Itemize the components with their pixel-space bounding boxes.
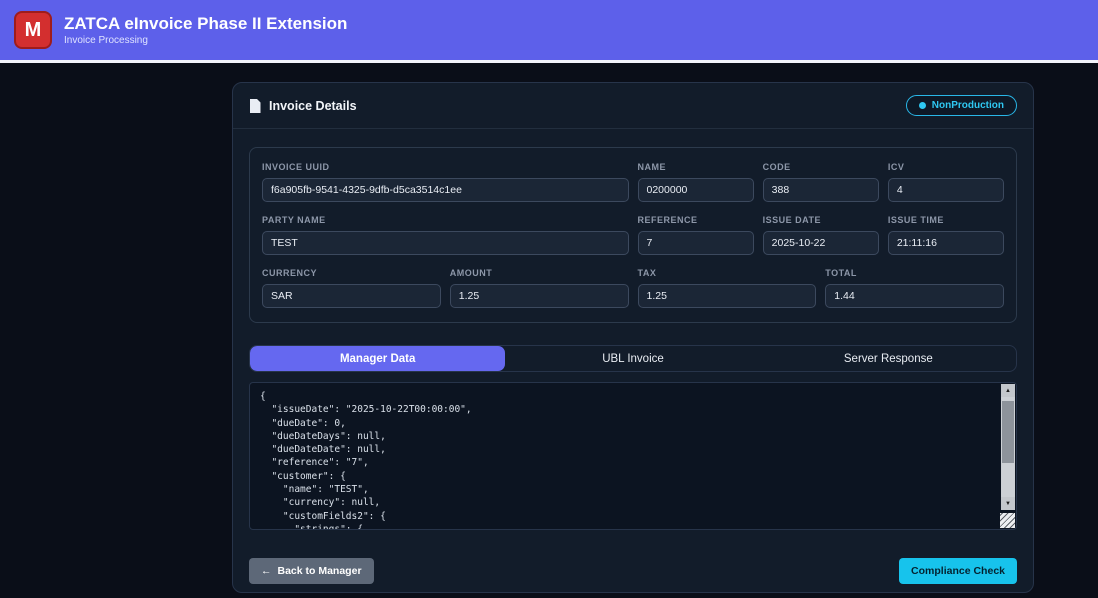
card-title-wrap: Invoice Details <box>249 98 357 113</box>
code-label: CODE <box>762 162 791 172</box>
issue-time-input[interactable] <box>887 231 1004 255</box>
icv-label: ICV <box>887 162 905 172</box>
invoice-fields-box: INVOICE UUID NAME CODE ICV PARTY NAME RE… <box>249 147 1017 323</box>
scroll-down-icon[interactable]: ▼ <box>1001 497 1015 510</box>
app-title: ZATCA eInvoice Phase II Extension <box>64 13 348 33</box>
card-actions: ← Back to Manager Compliance Check <box>249 558 1017 584</box>
compliance-check-button[interactable]: Compliance Check <box>899 558 1017 584</box>
logo-letter: M <box>24 18 42 41</box>
header-divider <box>0 60 1098 63</box>
invoice-details-card: Invoice Details NonProduction INVOICE UU… <box>232 82 1034 593</box>
amount-label: AMOUNT <box>449 268 493 278</box>
field-icv: ICV <box>887 162 1004 202</box>
tax-label: TAX <box>637 268 657 278</box>
tab-server-response[interactable]: Server Response <box>761 346 1016 371</box>
invoice-uuid-label: INVOICE UUID <box>262 162 330 172</box>
back-to-manager-button[interactable]: ← Back to Manager <box>249 558 374 584</box>
issue-date-label: ISSUE DATE <box>762 215 821 225</box>
tax-input[interactable] <box>637 284 817 308</box>
card-header: Invoice Details NonProduction <box>233 83 1033 129</box>
manager-data-editor-wrap: { "issueDate": "2025-10-22T00:00:00", "d… <box>249 382 1017 530</box>
amount-input[interactable] <box>449 284 629 308</box>
back-to-manager-label: Back to Manager <box>277 565 362 577</box>
card-title: Invoice Details <box>269 98 357 113</box>
field-tax: TAX <box>637 268 817 308</box>
total-input[interactable] <box>825 284 1004 308</box>
manager-data-editor[interactable]: { "issueDate": "2025-10-22T00:00:00", "d… <box>250 383 1016 529</box>
app-subtitle: Invoice Processing <box>64 35 148 47</box>
reference-label: REFERENCE <box>637 215 698 225</box>
invoice-uuid-input[interactable] <box>262 178 629 202</box>
status-dot-icon <box>918 102 926 109</box>
compliance-check-label: Compliance Check <box>911 565 1005 577</box>
app-header: M ZATCA eInvoice Phase II Extension Invo… <box>0 0 1098 60</box>
party-name-label: PARTY NAME <box>262 215 326 225</box>
scrollbar-thumb[interactable] <box>1002 401 1014 463</box>
tab-manager-data[interactable]: Manager Data <box>250 346 506 371</box>
editor-scrollbar[interactable]: ▲ ▼ <box>1001 384 1015 510</box>
field-total: TOTAL <box>825 268 1004 308</box>
field-reference: REFERENCE <box>637 215 754 255</box>
field-invoice-uuid: INVOICE UUID <box>262 162 629 202</box>
field-party-name: PARTY NAME <box>262 215 629 255</box>
field-issue-date: ISSUE DATE <box>762 215 879 255</box>
environment-badge-label: NonProduction <box>931 100 1004 111</box>
currency-label: CURRENCY <box>262 268 318 278</box>
scrollbar-track[interactable] <box>1001 397 1015 497</box>
issue-time-label: ISSUE TIME <box>887 215 944 225</box>
code-input[interactable] <box>762 178 879 202</box>
resize-grip-icon[interactable] <box>1000 513 1015 528</box>
field-code: CODE <box>762 162 879 202</box>
total-label: TOTAL <box>825 268 857 278</box>
name-input[interactable] <box>637 178 754 202</box>
app-logo: M <box>14 11 52 49</box>
currency-input[interactable] <box>262 284 441 308</box>
header-text: ZATCA eInvoice Phase II Extension Invoic… <box>64 14 347 47</box>
icv-input[interactable] <box>887 178 1004 202</box>
party-name-input[interactable] <box>262 231 629 255</box>
field-issue-time: ISSUE TIME <box>887 215 1004 255</box>
field-amount: AMOUNT <box>449 268 629 308</box>
field-name: NAME <box>637 162 754 202</box>
back-arrow-icon: ← <box>261 565 272 577</box>
environment-badge: NonProduction <box>905 95 1017 116</box>
issue-date-input[interactable] <box>762 231 879 255</box>
scroll-up-icon[interactable]: ▲ <box>1001 384 1015 397</box>
tab-ubl-invoice[interactable]: UBL Invoice <box>505 346 760 371</box>
document-icon <box>249 98 261 113</box>
name-label: NAME <box>637 162 666 172</box>
reference-input[interactable] <box>637 231 754 255</box>
field-currency: CURRENCY <box>262 268 441 308</box>
tab-bar: Manager Data UBL Invoice Server Response <box>249 345 1017 372</box>
